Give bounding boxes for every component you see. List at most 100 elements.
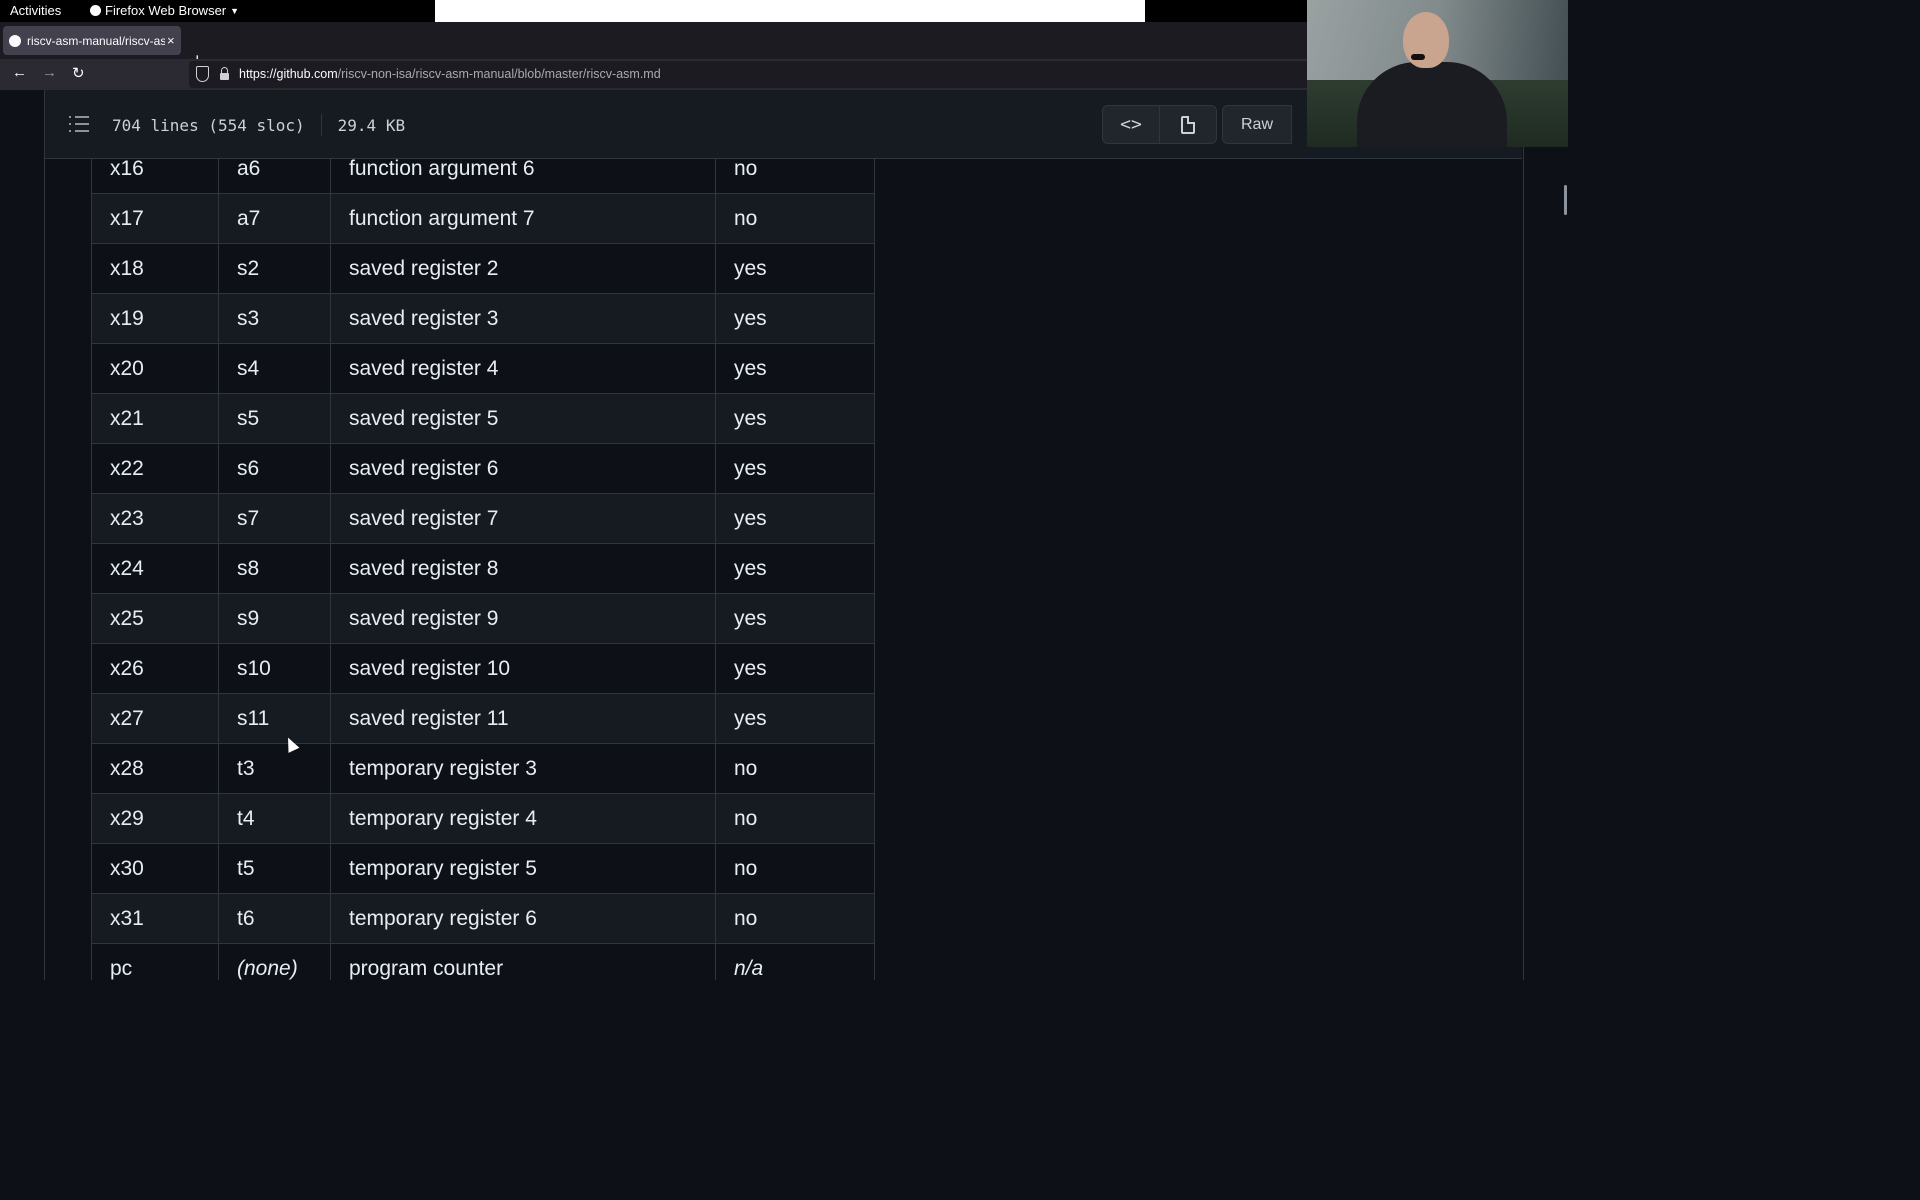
register-table: x16 a6 function argument 6 no x17 a7 function … xyxy=(91,143,875,980)
close-icon[interactable]: × xyxy=(167,33,175,48)
code-icon: <> xyxy=(1120,114,1142,135)
page-content: x16 a6 function argument 6 no x17 a7 function … xyxy=(0,90,1568,980)
table-row: x24 s8 saved register 8 yes xyxy=(91,543,875,594)
saved-by-callee-cell: yes xyxy=(715,243,875,294)
description-cell: saved register 10 xyxy=(330,643,716,694)
table-row: x29 t4 temporary register 4 no xyxy=(91,793,875,844)
tab-github-file[interactable]: riscv-asm-manual/riscv-as × xyxy=(3,26,181,55)
abi-name-cell: s4 xyxy=(218,343,331,394)
abi-name-cell: s3 xyxy=(218,293,331,344)
abi-name-cell: s2 xyxy=(218,243,331,294)
url-host: https://github.com xyxy=(239,67,338,81)
description-cell: function argument 7 xyxy=(330,193,716,244)
table-row: x25 s9 saved register 9 yes xyxy=(91,593,875,644)
saved-by-callee-cell: n/a xyxy=(715,943,875,980)
app-menu-label: Firefox Web Browser xyxy=(105,3,227,18)
saved-by-callee-cell: no xyxy=(715,743,875,794)
saved-by-callee-cell: yes xyxy=(715,293,875,344)
table-row: x20 s4 saved register 4 yes xyxy=(91,343,875,394)
table-row: x22 s6 saved register 6 yes xyxy=(91,443,875,494)
table-row: x23 s7 saved register 7 yes xyxy=(91,493,875,544)
register-cell: x18 xyxy=(91,243,219,294)
description-cell: program counter xyxy=(330,943,716,980)
tab-title: riscv-asm-manual/riscv-as xyxy=(27,33,165,48)
table-row: x26 s10 saved register 10 yes xyxy=(91,643,875,694)
register-cell: x20 xyxy=(91,343,219,394)
saved-by-callee-cell: no xyxy=(715,843,875,894)
divider xyxy=(320,114,322,136)
register-cell: x29 xyxy=(91,793,219,844)
description-cell: saved register 2 xyxy=(330,243,716,294)
description-cell: temporary register 5 xyxy=(330,843,716,894)
abi-name-cell: (none) xyxy=(218,943,331,980)
abi-name-cell: s11 xyxy=(218,693,331,744)
url-bar[interactable]: https://github.com/riscv-non-isa/riscv-a… xyxy=(189,61,1319,88)
view-toggle: <> xyxy=(1102,105,1217,144)
preview-button[interactable] xyxy=(1160,106,1216,143)
saved-by-callee-cell: yes xyxy=(715,543,875,594)
saved-by-callee-cell: yes xyxy=(715,443,875,494)
activities-button[interactable]: Activities xyxy=(10,3,61,18)
screen-share-overlay xyxy=(435,0,1145,22)
register-cell: x24 xyxy=(91,543,219,594)
register-cell: x26 xyxy=(91,643,219,694)
description-cell: saved register 9 xyxy=(330,593,716,644)
outline-list-icon[interactable] xyxy=(69,116,89,132)
abi-name-cell: s5 xyxy=(218,393,331,444)
shield-icon[interactable] xyxy=(196,66,209,82)
register-cell: x19 xyxy=(91,293,219,344)
description-cell: saved register 5 xyxy=(330,393,716,444)
table-row: pc (none) program counter n/a xyxy=(91,943,875,980)
register-cell: x30 xyxy=(91,843,219,894)
abi-name-cell: s6 xyxy=(218,443,331,494)
line-count: 704 lines (554 sloc) xyxy=(112,115,305,135)
file-header: 704 lines (554 sloc) 29.4 KB <> Raw xyxy=(45,90,1522,159)
description-cell: temporary register 3 xyxy=(330,743,716,794)
firefox-icon xyxy=(90,5,101,16)
file-size: 29.4 KB xyxy=(337,115,406,135)
caret-down-icon: ▼ xyxy=(230,5,240,16)
table-row: x30 t5 temporary register 5 no xyxy=(91,843,875,894)
saved-by-callee-cell: yes xyxy=(715,593,875,644)
abi-name-cell: t3 xyxy=(218,743,331,794)
description-cell: saved register 6 xyxy=(330,443,716,494)
register-cell: x27 xyxy=(91,693,219,744)
table-row: x19 s3 saved register 3 yes xyxy=(91,293,875,344)
file-info: 704 lines (554 sloc) 29.4 KB xyxy=(112,114,405,136)
scrollbar-thumb[interactable] xyxy=(1564,185,1567,215)
saved-by-callee-cell: no xyxy=(715,893,875,944)
url-path: /riscv-non-isa/riscv-asm-manual/blob/mas… xyxy=(337,67,661,81)
app-menu[interactable]: Firefox Web Browser ▼ xyxy=(90,3,239,18)
saved-by-callee-cell: yes xyxy=(715,393,875,444)
code-view-button[interactable]: <> xyxy=(1103,106,1160,143)
url-text: https://github.com/riscv-non-isa/riscv-a… xyxy=(239,67,661,81)
lock-icon[interactable] xyxy=(220,67,229,80)
description-cell: saved register 8 xyxy=(330,543,716,594)
saved-by-callee-cell: no xyxy=(715,793,875,844)
table-row: x27 s11 saved register 11 yes xyxy=(91,693,875,744)
abi-name-cell: s9 xyxy=(218,593,331,644)
register-cell: pc xyxy=(91,943,219,980)
table-row: x21 s5 saved register 5 yes xyxy=(91,393,875,444)
description-cell: temporary register 6 xyxy=(330,893,716,944)
abi-name-cell: s10 xyxy=(218,643,331,694)
register-cell: x23 xyxy=(91,493,219,544)
abi-name-cell: s8 xyxy=(218,543,331,594)
register-cell: x22 xyxy=(91,443,219,494)
description-cell: saved register 3 xyxy=(330,293,716,344)
forward-icon[interactable]: → xyxy=(42,64,57,81)
register-cell: x28 xyxy=(91,743,219,794)
register-cell: x21 xyxy=(91,393,219,444)
saved-by-callee-cell: yes xyxy=(715,693,875,744)
description-cell: saved register 7 xyxy=(330,493,716,544)
table-row: x18 s2 saved register 2 yes xyxy=(91,243,875,294)
raw-button[interactable]: Raw xyxy=(1222,105,1292,144)
description-cell: temporary register 4 xyxy=(330,793,716,844)
github-icon xyxy=(9,34,21,47)
back-icon[interactable]: ← xyxy=(12,64,27,81)
reload-icon[interactable]: ↻ xyxy=(72,64,85,82)
description-cell: saved register 11 xyxy=(330,693,716,744)
register-cell: x31 xyxy=(91,893,219,944)
saved-by-callee-cell: yes xyxy=(715,493,875,544)
abi-name-cell: t5 xyxy=(218,843,331,894)
